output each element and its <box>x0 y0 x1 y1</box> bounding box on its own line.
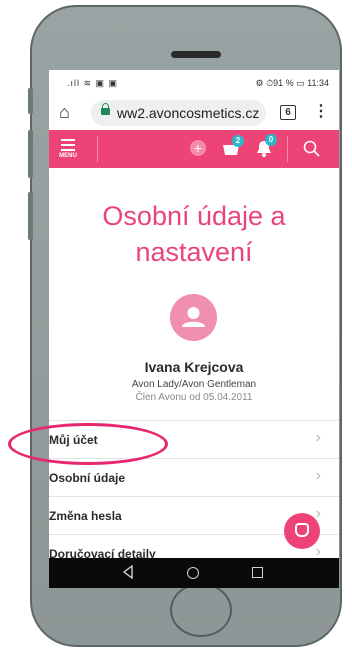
user-name: Ivana Krejcova <box>144 359 244 375</box>
phone-speaker <box>171 51 221 58</box>
volume-button <box>28 88 33 114</box>
back-icon[interactable] <box>122 565 134 579</box>
bell-icon[interactable]: 0 <box>255 134 277 157</box>
menu-label: MENU <box>59 153 77 159</box>
nav-home-icon[interactable] <box>187 567 199 579</box>
header-divider <box>97 136 98 162</box>
browser-toolbar: ⌂ ww2.avoncosmetics.cz 6 ⋮ <box>49 96 339 130</box>
notification-badge: 0 <box>265 134 277 146</box>
status-right-info: ⚙ ⏱91 % ▭ 11:34 <box>255 78 329 88</box>
page-title-line: nastavení <box>135 237 253 267</box>
menu-item-label: Změna hesla <box>49 509 122 523</box>
site-header: MENU + 2 0 <box>49 130 339 168</box>
android-nav-bar <box>49 558 339 588</box>
menu-button[interactable]: MENU <box>57 139 79 159</box>
more-menu-icon[interactable]: ⋮ <box>313 102 329 122</box>
chat-button[interactable] <box>284 513 320 549</box>
header-divider <box>287 136 288 162</box>
search-icon[interactable] <box>303 140 320 157</box>
page-title-line: Osobní údaje a <box>102 201 286 231</box>
lock-icon <box>101 103 110 115</box>
chat-icon <box>295 523 309 537</box>
chevron-right-icon: › <box>315 467 321 484</box>
volume-button <box>28 130 33 178</box>
phone-screen: .ıll ≋ ▣ ▣ ⚙ ⏱91 % ▭ 11:34 ⌂ ww2.avoncos… <box>49 70 339 588</box>
hamburger-icon <box>57 139 79 151</box>
signal-indicators: .ıll ≋ ▣ ▣ <box>67 78 119 88</box>
address-bar[interactable]: ww2.avoncosmetics.cz <box>91 100 266 126</box>
recent-apps-icon[interactable] <box>252 567 263 578</box>
highlight-annotation <box>8 423 168 465</box>
menu-item-label: Osobní údaje <box>49 471 126 485</box>
member-since: Člen Avonu od 05.04.2011 <box>135 392 253 403</box>
chevron-right-icon: › <box>315 429 321 446</box>
user-role: Avon Lady/Avon Gentleman <box>131 379 257 390</box>
add-icon[interactable]: + <box>190 140 206 156</box>
home-icon[interactable]: ⌂ <box>59 102 79 122</box>
tabs-counter-button[interactable]: 6 <box>280 105 296 120</box>
cart-badge: 2 <box>232 135 244 147</box>
avatar[interactable] <box>170 294 217 341</box>
cart-icon[interactable]: 2 <box>222 135 244 156</box>
url-text: ww2.avoncosmetics.cz <box>117 105 260 121</box>
page-title: Osobní údaje a nastavení <box>49 198 339 270</box>
phone-home-button[interactable] <box>170 583 232 637</box>
user-icon <box>182 307 205 327</box>
power-button <box>28 192 33 240</box>
status-bar: .ıll ≋ ▣ ▣ ⚙ ⏱91 % ▭ 11:34 <box>49 70 339 96</box>
